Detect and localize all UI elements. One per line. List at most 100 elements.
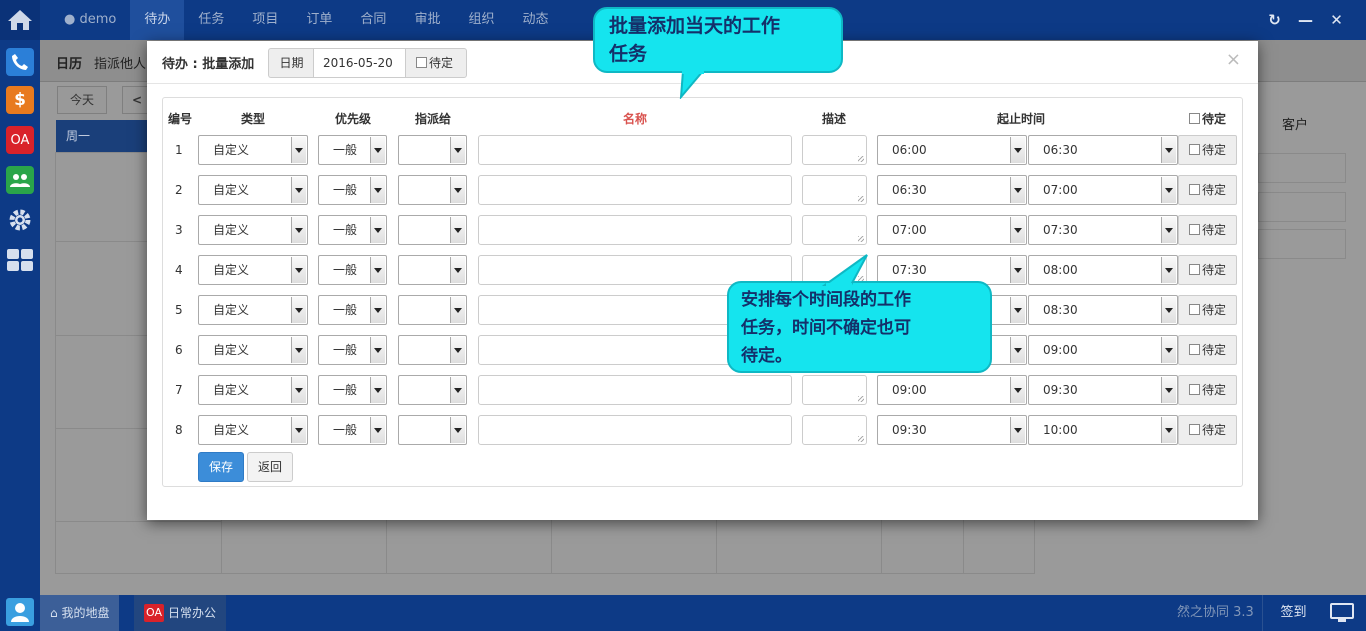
row-pending-checkbox[interactable]: 待定 — [1178, 335, 1237, 365]
today-button[interactable]: 今天 — [57, 86, 107, 114]
date-input[interactable]: 2016-05-20 — [313, 48, 406, 78]
name-input[interactable] — [478, 135, 792, 165]
home-icon[interactable] — [0, 0, 40, 40]
dropdown-arrow-icon — [450, 257, 465, 283]
row-pending-checkbox[interactable]: 待定 — [1178, 175, 1237, 205]
signin-button[interactable]: 签到 — [1262, 595, 1324, 631]
name-input[interactable] — [478, 175, 792, 205]
assign-select[interactable] — [398, 175, 467, 205]
header-priority: 优先级 — [335, 112, 372, 126]
end-time-select[interactable]: 07:30 — [1028, 215, 1178, 245]
assign-select[interactable] — [398, 295, 467, 325]
assign-select[interactable] — [398, 215, 467, 245]
nav-item-task[interactable]: 任务 — [184, 0, 238, 40]
end-time-select[interactable]: 09:30 — [1028, 375, 1178, 405]
gear-icon[interactable] — [6, 206, 34, 234]
save-button[interactable]: 保存 — [198, 452, 244, 482]
callout-batch-add: 批量添加当天的工作 任务 — [593, 7, 843, 99]
row-pending-checkbox[interactable]: 待定 — [1178, 375, 1237, 405]
end-time-select[interactable]: 07:00 — [1028, 175, 1178, 205]
date-pending-checkbox[interactable]: 待定 — [405, 48, 467, 78]
dialog-title: 待办 : 批量添加 — [162, 57, 255, 72]
name-input[interactable] — [478, 415, 792, 445]
nav-item-project[interactable]: 项目 — [238, 0, 292, 40]
end-time-select[interactable]: 10:00 — [1028, 415, 1178, 445]
phone-icon[interactable] — [6, 48, 34, 76]
type-select[interactable]: 自定义 — [198, 415, 308, 445]
assign-select[interactable] — [398, 375, 467, 405]
refresh-icon[interactable]: ↻ — [1259, 0, 1290, 40]
dropdown-arrow-icon — [1161, 257, 1176, 283]
back-button[interactable]: 返回 — [247, 452, 293, 482]
assign-select[interactable] — [398, 135, 467, 165]
row-pending-checkbox[interactable]: 待定 — [1178, 135, 1237, 165]
assign-select[interactable] — [398, 335, 467, 365]
priority-select[interactable]: 一般 — [318, 415, 387, 445]
grid-icon[interactable] — [6, 246, 34, 274]
type-select[interactable]: 自定义 — [198, 215, 308, 245]
type-select[interactable]: 自定义 — [198, 335, 308, 365]
assign-select[interactable] — [398, 415, 467, 445]
start-time-select[interactable]: 06:00 — [877, 135, 1027, 165]
oa-badge-icon: OA — [144, 604, 164, 622]
start-time-select[interactable]: 07:00 — [877, 215, 1027, 245]
desc-textarea[interactable] — [802, 375, 867, 405]
header-pending[interactable]: 待定 — [1189, 110, 1226, 127]
nav-item-todo[interactable]: 待办 — [130, 0, 185, 40]
row-pending-checkbox[interactable]: 待定 — [1178, 415, 1237, 445]
name-input[interactable] — [478, 375, 792, 405]
priority-select[interactable]: 一般 — [318, 135, 387, 165]
type-select[interactable]: 自定义 — [198, 175, 308, 205]
nav-item-org[interactable]: 组织 — [454, 0, 508, 40]
type-select[interactable]: 自定义 — [198, 375, 308, 405]
start-time-select[interactable]: 06:30 — [877, 175, 1027, 205]
priority-select[interactable]: 一般 — [318, 215, 387, 245]
dropdown-arrow-icon — [1010, 417, 1025, 443]
nav-item-order[interactable]: 订单 — [292, 0, 346, 40]
dialog-close-icon[interactable]: × — [1226, 49, 1241, 70]
minimize-icon[interactable]: — — [1290, 0, 1321, 40]
end-time-select[interactable]: 08:30 — [1028, 295, 1178, 325]
start-time-select[interactable]: 09:00 — [877, 375, 1027, 405]
nav-item-feed[interactable]: 动态 — [508, 0, 562, 40]
dropdown-arrow-icon — [1161, 177, 1176, 203]
start-time-select[interactable]: 09:30 — [877, 415, 1027, 445]
assign-select[interactable] — [398, 255, 467, 285]
customer-box — [1258, 229, 1346, 259]
assign-others-link[interactable]: 指派他人 — [94, 53, 146, 72]
desc-textarea[interactable] — [802, 415, 867, 445]
row-pending-checkbox[interactable]: 待定 — [1178, 215, 1237, 245]
checkbox-icon — [1189, 144, 1200, 155]
desc-textarea[interactable] — [802, 135, 867, 165]
dropdown-arrow-icon — [1010, 377, 1025, 403]
desc-textarea[interactable] — [802, 215, 867, 245]
nav-user-demo[interactable]: ● demo — [50, 0, 130, 40]
type-select[interactable]: 自定义 — [198, 295, 308, 325]
row-pending-checkbox[interactable]: 待定 — [1178, 255, 1237, 285]
priority-select[interactable]: 一般 — [318, 295, 387, 325]
end-time-select[interactable]: 08:00 — [1028, 255, 1178, 285]
name-input[interactable] — [478, 215, 792, 245]
priority-select[interactable]: 一般 — [318, 335, 387, 365]
oa-app-icon[interactable]: OA — [6, 126, 34, 154]
close-icon[interactable]: ✕ — [1321, 0, 1352, 40]
priority-select[interactable]: 一般 — [318, 255, 387, 285]
end-time-select[interactable]: 06:30 — [1028, 135, 1178, 165]
checkbox-icon — [1189, 424, 1200, 435]
type-select[interactable]: 自定义 — [198, 135, 308, 165]
monitor-icon[interactable] — [1330, 603, 1354, 626]
priority-select[interactable]: 一般 — [318, 175, 387, 205]
end-time-select[interactable]: 09:00 — [1028, 335, 1178, 365]
dropdown-arrow-icon — [1161, 217, 1176, 243]
nav-item-approval[interactable]: 审批 — [400, 0, 454, 40]
dollar-icon[interactable]: $ — [6, 86, 34, 114]
row-pending-checkbox[interactable]: 待定 — [1178, 295, 1237, 325]
taskbar-oa[interactable]: OA 日常办公 — [134, 595, 227, 631]
team-icon[interactable] — [6, 166, 34, 194]
priority-select[interactable]: 一般 — [318, 375, 387, 405]
type-select[interactable]: 自定义 — [198, 255, 308, 285]
nav-item-contract[interactable]: 合同 — [346, 0, 400, 40]
taskbar-my-home[interactable]: ⌂ 我的地盘 — [40, 595, 120, 631]
desc-textarea[interactable] — [802, 175, 867, 205]
user-avatar-icon[interactable] — [6, 598, 34, 626]
